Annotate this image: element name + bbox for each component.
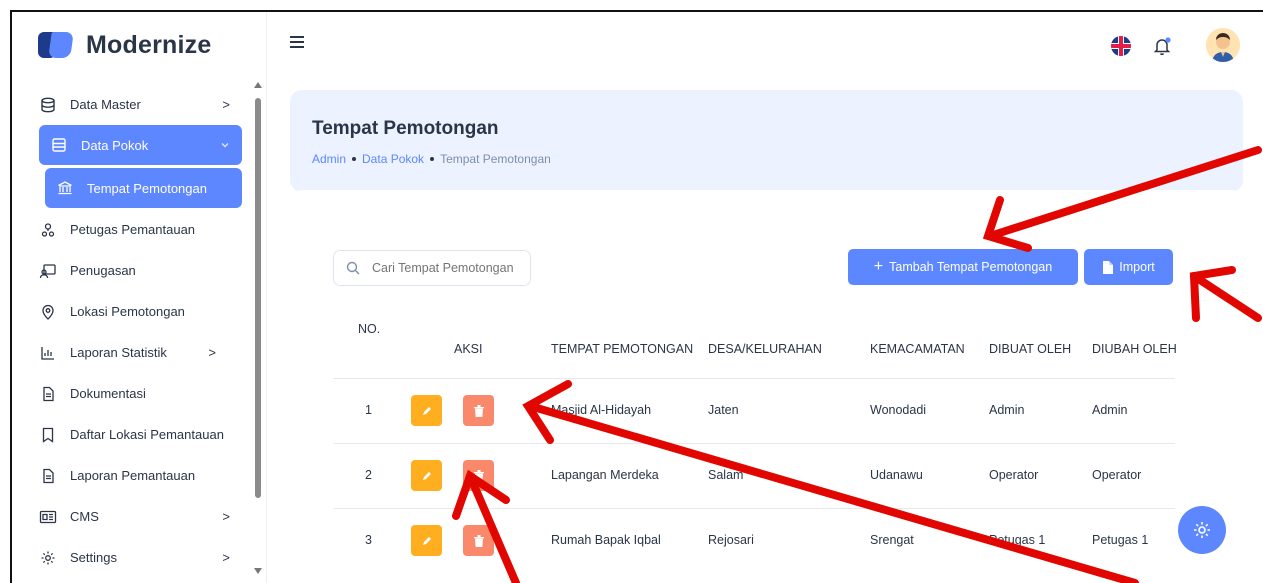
- chevron-right-icon: >: [208, 345, 216, 360]
- sidebar-item-penugasan[interactable]: Penugasan: [38, 250, 242, 291]
- user-avatar[interactable]: [1206, 28, 1240, 62]
- column-header-desa: DESA/KELURAHAN: [708, 342, 822, 356]
- column-header-no: NO.: [358, 322, 381, 336]
- menu-icon[interactable]: [290, 36, 304, 51]
- assignment-icon: [38, 261, 58, 281]
- sidebar-nav: Data Master > Data Pokok Tempat Pemotong…: [38, 84, 242, 578]
- pencil-icon: [422, 471, 431, 480]
- breadcrumb: Admin Data Pokok Tempat Pemotongan: [312, 152, 551, 166]
- import-button[interactable]: Import: [1084, 249, 1173, 285]
- edit-button[interactable]: [411, 395, 442, 426]
- edit-button[interactable]: [411, 525, 442, 556]
- notification-bell-icon[interactable]: [1150, 34, 1174, 58]
- users-icon: [38, 220, 58, 240]
- app-name: Modernize: [86, 30, 212, 59]
- sidebar-item-cms[interactable]: CMS >: [38, 496, 242, 537]
- file-icon: [38, 466, 58, 486]
- sidebar-item-petugas-pemantauan[interactable]: Petugas Pemantauan: [38, 209, 242, 250]
- search-input-wrapper[interactable]: [333, 250, 531, 286]
- sidebar-item-data-master[interactable]: Data Master >: [38, 84, 242, 125]
- trash-icon: [473, 534, 484, 547]
- topbar: [268, 12, 1263, 82]
- trash-icon: [473, 469, 484, 482]
- sidebar-item-laporan-pemantauan[interactable]: Laporan Pemantauan: [38, 455, 242, 496]
- bank-icon: [55, 178, 75, 198]
- language-flag-icon[interactable]: [1111, 36, 1131, 56]
- settings-icon: [38, 548, 58, 568]
- file-icon: [38, 384, 58, 404]
- breadcrumb-item-data-pokok[interactable]: Data Pokok: [362, 152, 424, 166]
- customizer-settings-button[interactable]: [1178, 506, 1226, 554]
- scroll-down-arrow[interactable]: [254, 568, 262, 574]
- search-icon: [346, 261, 360, 275]
- table-icon: [49, 135, 69, 155]
- delete-button[interactable]: [463, 395, 494, 426]
- map-pin-icon: [38, 302, 58, 322]
- bookmark-icon: [38, 425, 58, 445]
- column-header-tempat: TEMPAT PEMOTONGAN: [551, 342, 694, 356]
- sidebar-item-daftar-lokasi-pemantauan[interactable]: Daftar Lokasi Pemantauan: [38, 414, 242, 455]
- sidebar-item-data-pokok[interactable]: Data Pokok: [39, 125, 242, 165]
- chart-icon: [38, 343, 58, 363]
- edit-button[interactable]: [411, 460, 442, 491]
- table-row: 1 Masjid Al-Hidayah Jaten Wonodadi Admin…: [333, 378, 1175, 443]
- sidebar-item-lokasi-pemotongan[interactable]: Lokasi Pemotongan: [38, 291, 242, 332]
- sidebar: Modernize Data Master > Data Pokok Tempa…: [12, 12, 267, 583]
- scroll-up-arrow[interactable]: [254, 82, 262, 88]
- gear-icon: [1194, 522, 1210, 538]
- chevron-right-icon: >: [222, 550, 230, 565]
- sidebar-scrollbar[interactable]: [255, 98, 261, 498]
- sidebar-item-dokumentasi[interactable]: Dokumentasi: [38, 373, 242, 414]
- modernize-logo-icon: [38, 30, 74, 60]
- layout-icon: [38, 507, 58, 527]
- page-header-card: Tempat Pemotongan Admin Data Pokok Tempa…: [290, 90, 1243, 192]
- breadcrumb-item-admin[interactable]: Admin: [312, 152, 346, 166]
- sidebar-item-tempat-pemotongan[interactable]: Tempat Pemotongan: [45, 168, 242, 208]
- column-header-aksi: AKSI: [454, 342, 483, 356]
- plus-icon: +: [873, 258, 884, 275]
- chevron-right-icon: >: [222, 509, 230, 524]
- search-input[interactable]: [372, 261, 522, 275]
- pencil-icon: [422, 536, 431, 545]
- column-header-diubah: DIUBAH OLEH: [1092, 342, 1177, 356]
- file-import-icon: [1103, 260, 1114, 274]
- chevron-down-icon: [220, 138, 230, 153]
- column-header-kecamatan: KEMACAMATAN: [870, 342, 965, 356]
- pencil-icon: [422, 406, 431, 415]
- database-icon: [38, 95, 58, 115]
- breadcrumb-separator: [352, 157, 357, 161]
- delete-button[interactable]: [463, 460, 494, 491]
- sidebar-item-settings[interactable]: Settings >: [38, 537, 242, 578]
- breadcrumb-item-current: Tempat Pemotongan: [440, 152, 551, 166]
- table-row: 3 Rumah Bapak Iqbal Rejosari Srengat Pet…: [333, 508, 1175, 573]
- page-title: Tempat Pemotongan: [312, 118, 499, 139]
- table-row: 2 Lapangan Merdeka Salam Udanawu Operato…: [333, 443, 1175, 508]
- trash-icon: [473, 404, 484, 417]
- chevron-right-icon: >: [222, 97, 230, 112]
- delete-button[interactable]: [463, 525, 494, 556]
- breadcrumb-separator: [430, 157, 435, 161]
- column-header-dibuat: DIBUAT OLEH: [989, 342, 1072, 356]
- sidebar-item-laporan-statistik[interactable]: Laporan Statistik >: [38, 332, 242, 373]
- brand[interactable]: Modernize: [38, 30, 211, 60]
- add-tempat-pemotongan-button[interactable]: + Tambah Tempat Pemotongan: [848, 249, 1078, 285]
